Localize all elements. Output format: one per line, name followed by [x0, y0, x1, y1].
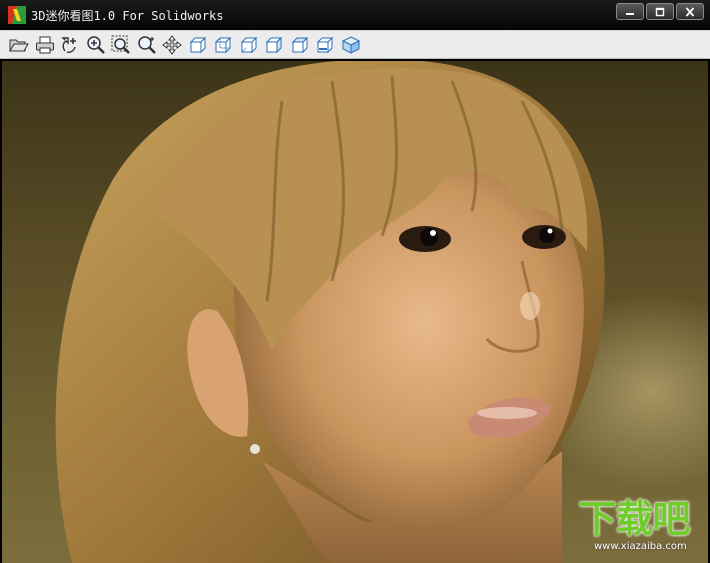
view-left-icon: [240, 36, 257, 53]
rotate-button[interactable]: [59, 34, 81, 56]
app-logo-icon: [8, 6, 26, 24]
maximize-icon: [655, 7, 665, 16]
view-top-button[interactable]: [289, 34, 311, 56]
watermark: 下载吧 www.xiazaiba.com: [570, 499, 698, 557]
window-controls: [614, 3, 704, 20]
view-bottom-icon: [316, 36, 334, 53]
watermark-logo: 下载吧: [578, 497, 690, 541]
portrait-photo: [55, 61, 605, 563]
view-isometric-button[interactable]: [340, 34, 362, 56]
view-top-icon: [291, 36, 308, 53]
print-button[interactable]: [34, 34, 56, 56]
pan-button[interactable]: [161, 34, 183, 56]
rotate-icon: [61, 36, 76, 53]
pan-icon: [162, 34, 182, 55]
view-right-button[interactable]: [263, 34, 285, 56]
close-button[interactable]: [676, 3, 704, 20]
view-back-button[interactable]: [212, 34, 234, 56]
close-icon: [685, 6, 695, 17]
window-title: 3D迷你看图1.0 For Solidworks: [31, 8, 224, 23]
view-front-button[interactable]: [187, 34, 209, 56]
watermark-url: www.xiazaiba.com: [594, 541, 687, 552]
zoom-button[interactable]: [136, 34, 158, 56]
view-front-icon: [189, 36, 206, 53]
zoom-fit-icon: [111, 35, 130, 54]
view-bottom-button[interactable]: [314, 34, 336, 56]
minimize-button[interactable]: [616, 3, 644, 20]
view-isometric-icon: [341, 35, 360, 54]
print-icon: [35, 36, 54, 53]
view-back-icon: [214, 36, 232, 53]
view-right-icon: [265, 36, 283, 53]
zoom-icon: [137, 35, 156, 54]
title-bar[interactable]: 3D迷你看图1.0 For Solidworks: [0, 0, 710, 30]
maximize-button[interactable]: [646, 3, 674, 20]
minimize-icon: [626, 12, 634, 15]
zoom-in-icon: [86, 35, 105, 54]
app-window: 3D迷你看图1.0 For Solidworks 下载吧 www.xiazaib…: [0, 0, 710, 563]
image-viewport[interactable]: 下载吧 www.xiazaiba.com: [2, 61, 708, 563]
open-button[interactable]: [8, 34, 30, 56]
view-left-button[interactable]: [238, 34, 260, 56]
zoom-in-button[interactable]: [85, 34, 107, 56]
toolbar: [0, 30, 710, 59]
open-icon: [9, 39, 29, 51]
zoom-fit-button[interactable]: [110, 34, 132, 56]
